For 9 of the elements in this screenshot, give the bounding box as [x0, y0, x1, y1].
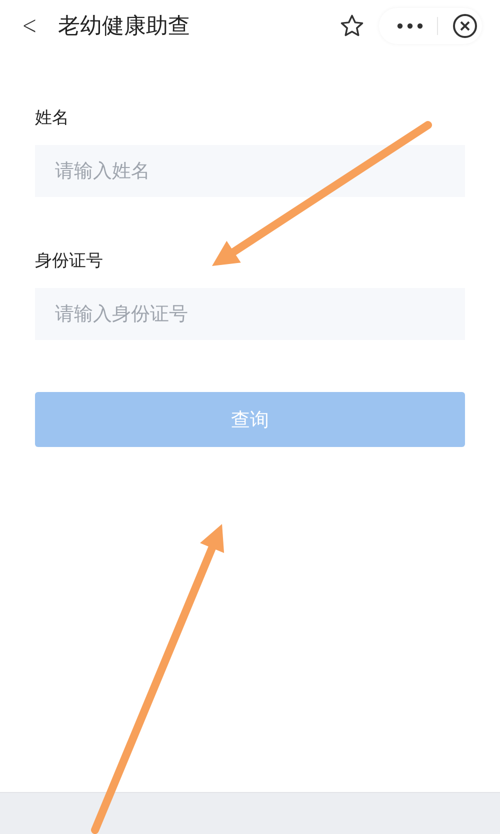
back-button[interactable]: <: [22, 11, 40, 41]
field-label: 姓名: [35, 107, 70, 129]
page-title: 老幼健康助查: [58, 13, 191, 41]
input-field[interactable]: 请输入身份证号: [35, 288, 465, 340]
input-field[interactable]: 请输入姓名: [35, 145, 465, 197]
field-label: 身份证号: [35, 250, 104, 272]
star-icon[interactable]: [339, 13, 365, 39]
close-icon[interactable]: [452, 13, 478, 39]
more-icon[interactable]: [397, 23, 423, 29]
